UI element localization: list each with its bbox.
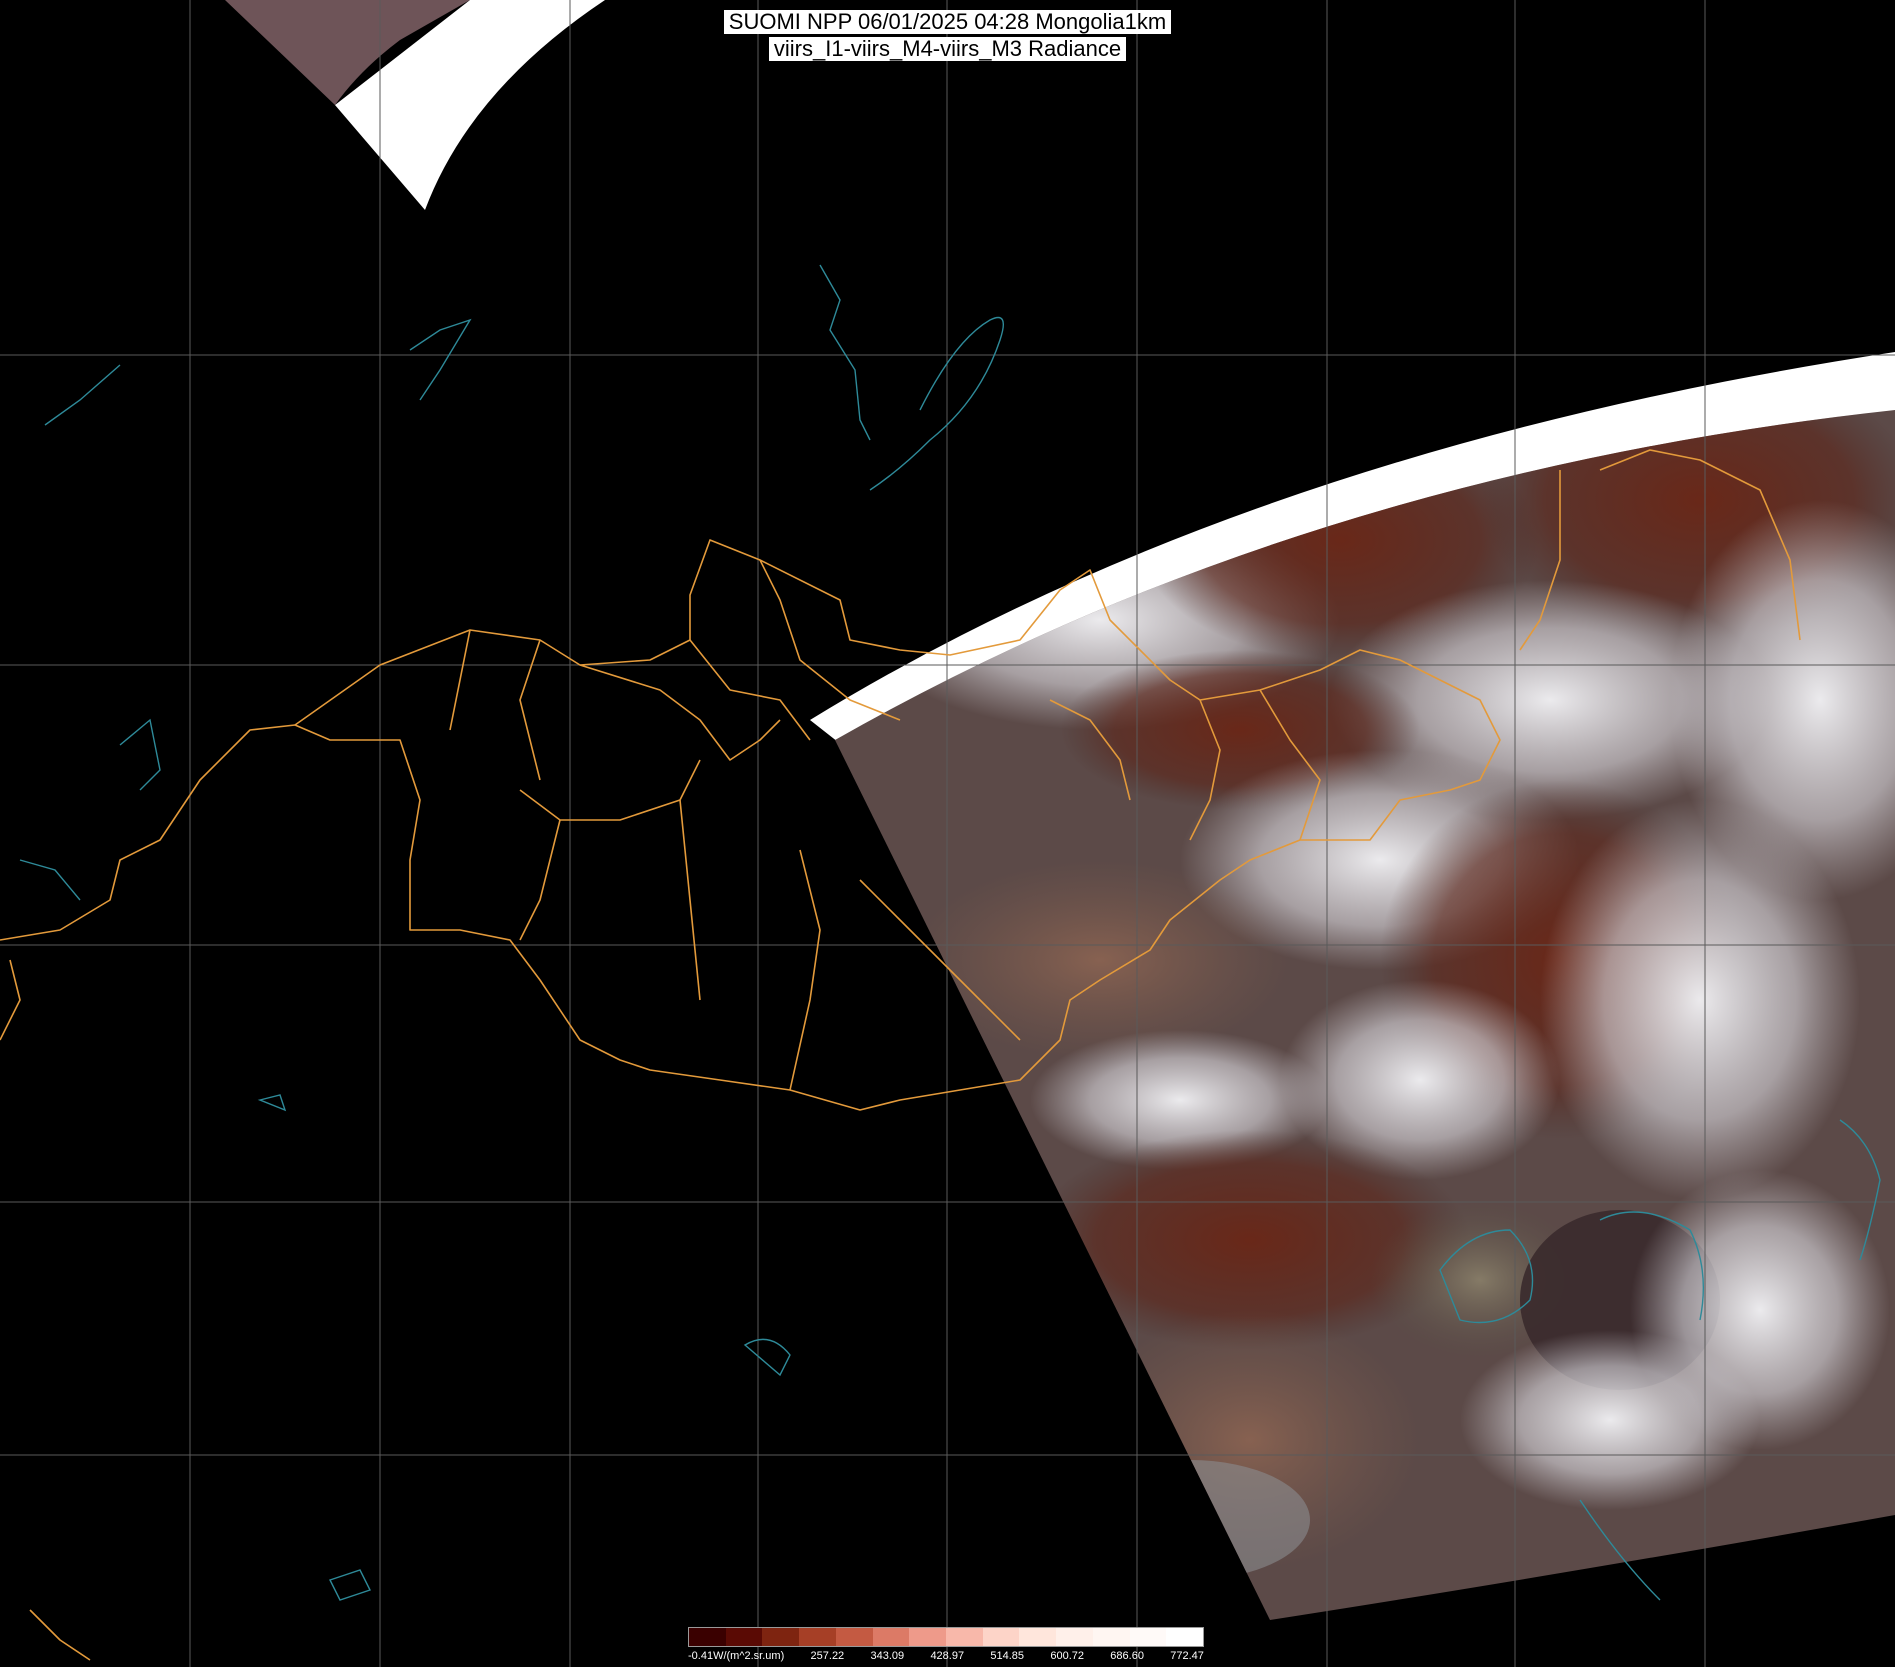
legend-swatch <box>725 1628 763 1646</box>
satellite-map-view: SUOMI NPP 06/01/2025 04:28 Mongolia1km v… <box>0 0 1895 1667</box>
main-swath-imagery <box>835 410 1895 1620</box>
title-line-1: SUOMI NPP 06/01/2025 04:28 Mongolia1km <box>723 10 1172 34</box>
legend-label: 772.47 <box>1170 1650 1204 1662</box>
legend-label: 343.09 <box>870 1650 905 1662</box>
legend-swatch <box>762 1628 800 1646</box>
legend-label: 428.97 <box>930 1650 965 1662</box>
legend-swatch <box>1092 1628 1130 1646</box>
image-title: SUOMI NPP 06/01/2025 04:28 Mongolia1km v… <box>0 10 1895 61</box>
legend-label: 600.72 <box>1050 1650 1084 1662</box>
legend-color-bar <box>688 1627 1204 1647</box>
legend-label: -0.41W/(m^2.sr.um) <box>688 1650 785 1662</box>
legend-swatch <box>872 1628 910 1646</box>
legend-swatch <box>1019 1628 1057 1646</box>
legend-swatch <box>982 1628 1020 1646</box>
satellite-imagery-map <box>0 0 1895 1667</box>
legend-swatch <box>946 1628 983 1646</box>
title-line-2: viirs_I1-viirs_M4-viirs_M3 Radiance <box>768 37 1127 61</box>
legend-swatch <box>1056 1628 1093 1646</box>
lake-baikal <box>869 316 1004 491</box>
legend-label: 257.22 <box>810 1650 845 1662</box>
legend-swatch <box>909 1628 947 1646</box>
legend-swatch <box>1166 1628 1204 1646</box>
legend-swatch <box>799 1628 836 1646</box>
legend-labels: -0.41W/(m^2.sr.um) 257.22 343.09 428.97 514.… <box>688 1650 1204 1662</box>
legend-swatch <box>689 1628 726 1646</box>
legend-label: 686.60 <box>1110 1650 1144 1662</box>
legend-label: 514.85 <box>990 1650 1025 1662</box>
radiance-color-legend: -0.41W/(m^2.sr.um) 257.22 343.09 428.97 514.… <box>688 1627 1204 1667</box>
legend-swatch <box>1129 1628 1167 1646</box>
legend-swatch <box>835 1628 873 1646</box>
